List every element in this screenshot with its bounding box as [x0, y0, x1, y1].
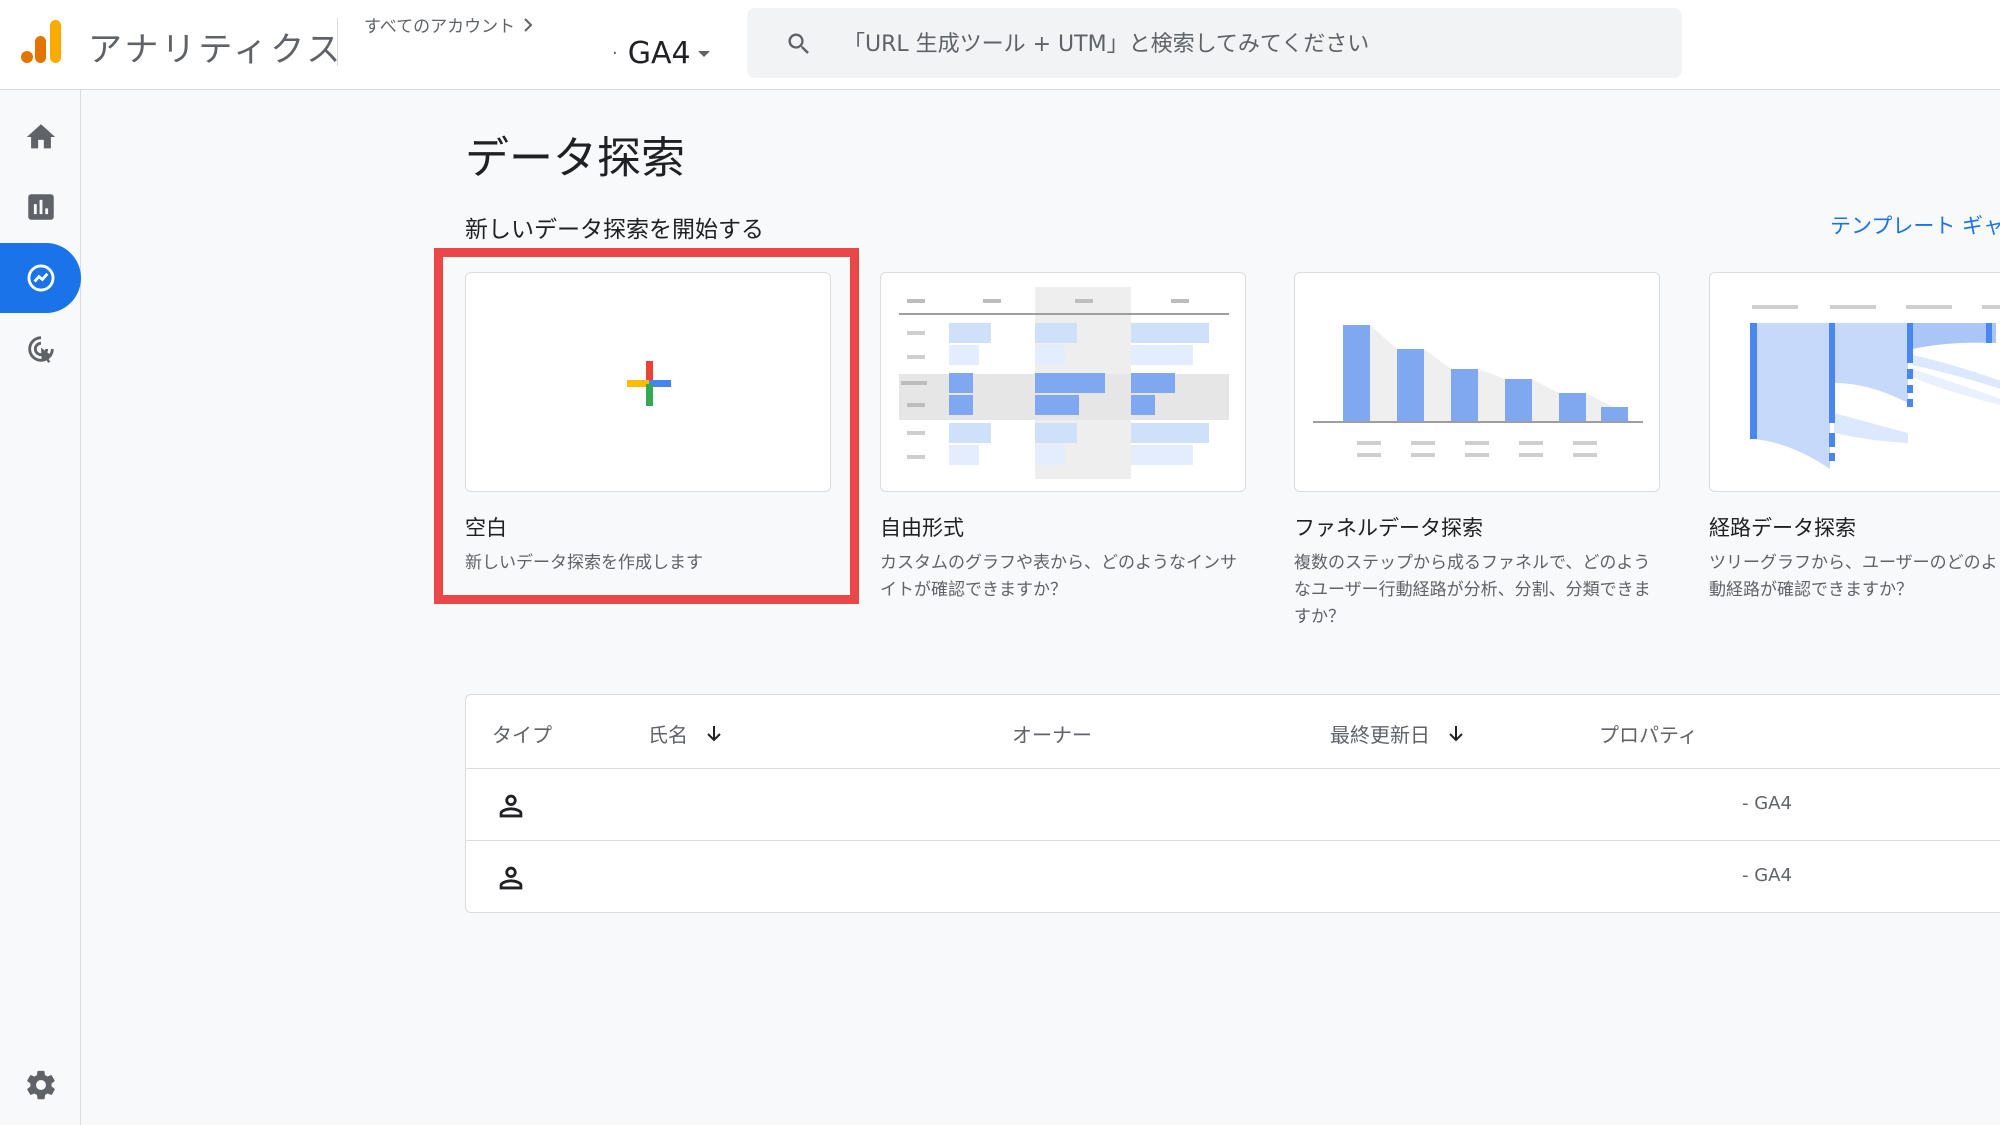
advertising-icon — [28, 336, 54, 363]
nav-advertising[interactable] — [0, 314, 81, 384]
nav-home[interactable] — [0, 102, 81, 172]
arrow-down-icon — [1449, 725, 1463, 741]
search-bar[interactable] — [747, 8, 1682, 78]
row-property: - GA4 — [1742, 793, 1792, 814]
card-title: ファネルデータ探索 — [1294, 516, 1483, 540]
home-icon — [26, 124, 56, 149]
card-description: 複数のステップから成るファネルで、どのようなユーザー行動経路が分析、分割、分類で… — [1294, 553, 1651, 627]
arrow-down-icon — [707, 725, 721, 741]
all-accounts-label: すべてのアカウント — [364, 17, 516, 37]
search-input[interactable] — [843, 24, 1643, 64]
table-header: タイプ 氏名 オーナー 最終更新日 プロパティ — [466, 695, 2000, 769]
person-icon — [499, 866, 523, 890]
nav-reports[interactable] — [0, 172, 81, 242]
analytics-logo-icon[interactable] — [20, 20, 62, 64]
card-title: 経路データ探索 — [1709, 516, 1856, 540]
column-header-label: 氏名 — [648, 723, 688, 747]
column-header-type[interactable]: タイプ — [492, 719, 552, 748]
card-free-form[interactable]: 自由形式 カスタムのグラフや表から、どのようなインサイトが確認できますか？ — [880, 272, 1246, 604]
template-gallery-link[interactable]: テンプレート ギャ — [1830, 210, 2000, 240]
nav-explore[interactable] — [0, 243, 81, 313]
free-form-preview-icon — [899, 287, 1229, 479]
section-label: 新しいデータ探索を開始する — [465, 217, 764, 243]
property-prefix: · — [612, 43, 618, 64]
card-title: 自由形式 — [880, 516, 964, 540]
table-row[interactable]: - GA4 — [466, 841, 2000, 913]
row-property: - GA4 — [1742, 865, 1792, 886]
table-row[interactable]: - GA4 — [466, 769, 2000, 841]
column-header-property[interactable]: プロパティ — [1599, 719, 1698, 748]
search-icon — [788, 33, 809, 54]
settings-icon — [27, 1070, 55, 1100]
path-preview-icon — [1750, 305, 2000, 469]
top-app-bar: アナリティクス すべてのアカウント · GA4 — [0, 0, 2000, 90]
funnel-preview-icon — [1313, 325, 1643, 457]
nav-admin[interactable] — [0, 1050, 81, 1120]
explore-icon — [27, 264, 55, 292]
person-icon — [499, 794, 523, 818]
dropdown-arrow-icon — [697, 50, 710, 57]
card-funnel[interactable]: ファネルデータ探索 複数のステップから成るファネルで、どのようなユーザー行動経路… — [1294, 272, 1660, 631]
column-header-label: オーナー — [1012, 723, 1092, 747]
column-header-label: タイプ — [492, 723, 552, 747]
left-nav — [0, 90, 81, 1125]
property-name: GA4 — [627, 36, 691, 71]
card-thumbnail — [1709, 272, 2000, 492]
app-title: アナリティクス — [88, 30, 344, 70]
all-accounts-link[interactable]: すべてのアカウント — [364, 12, 535, 37]
column-header-label: 最終更新日 — [1330, 723, 1430, 747]
page-title: データ探索 — [465, 133, 685, 184]
card-description: ツリーグラフから、ユーザーのどのよ 動経路が確認できますか？ — [1709, 553, 1998, 600]
column-header-name[interactable]: 氏名 — [648, 719, 726, 748]
column-header-updated[interactable]: 最終更新日 — [1330, 719, 1468, 748]
card-path[interactable]: 経路データ探索 ツリーグラフから、ユーザーのどのよ 動経路が確認できますか？ — [1709, 272, 2000, 604]
card-thumbnail — [1294, 272, 1660, 492]
column-header-owner[interactable]: オーナー — [1012, 719, 1092, 748]
header-divider — [337, 18, 338, 66]
card-description: カスタムのグラフや表から、どのようなインサイトが確認できますか？ — [880, 553, 1237, 600]
highlight-box — [434, 248, 859, 604]
column-header-label: プロパティ — [1599, 723, 1698, 747]
property-selector[interactable]: · GA4 — [612, 36, 713, 71]
explorations-table: タイプ 氏名 オーナー 最終更新日 プロパティ - GA4 - GA4 — [465, 694, 2000, 913]
reports-icon — [28, 194, 54, 220]
card-thumbnail — [880, 272, 1246, 492]
chevron-right-icon — [524, 17, 533, 32]
